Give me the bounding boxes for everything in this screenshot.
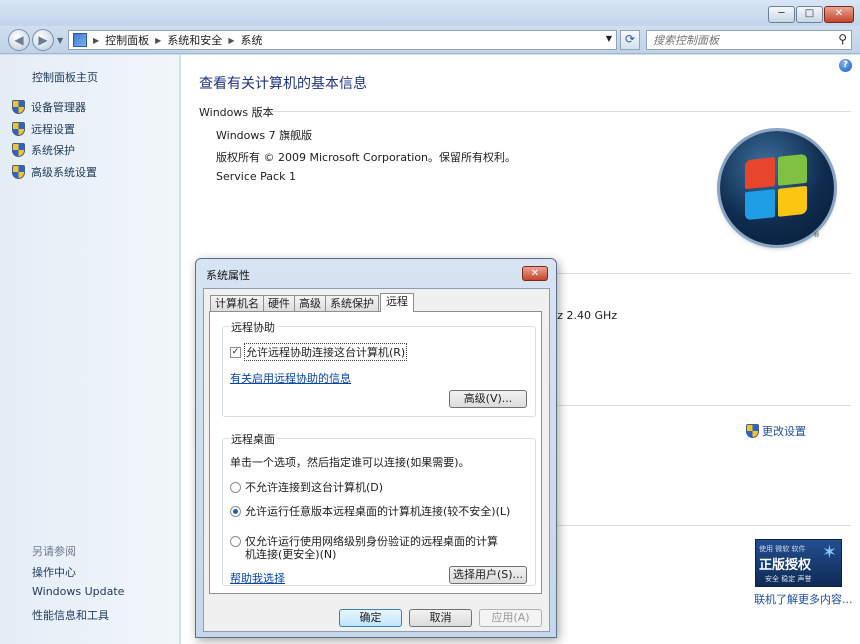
- radio-nla-line2: 机连接(更安全)(N): [245, 548, 337, 561]
- learn-more-link[interactable]: 联机了解更多内容...: [754, 591, 853, 607]
- refresh-button[interactable]: ⟳: [620, 30, 640, 50]
- processor-speed: Hz 2.40 GHz: [549, 309, 618, 322]
- radio-no-connections-label: 不允许连接到这台计算机(D): [245, 481, 384, 494]
- help-me-choose-link[interactable]: 帮助我选择: [230, 570, 285, 586]
- dialog-tabs: 计算机名 硬件 高级 系统保护 远程: [210, 293, 414, 312]
- section-divider: [271, 111, 851, 112]
- radio-any-version-label: 允许运行任意版本远程桌面的计算机连接(较不安全)(L): [245, 505, 511, 518]
- shield-icon: [12, 122, 25, 136]
- see-also-performance[interactable]: 性能信息和工具: [32, 607, 109, 623]
- radio-nla-line1: 仅允许运行使用网络级别身份验证的远程桌面的计算: [245, 535, 498, 548]
- maximize-button[interactable]: □: [796, 6, 823, 23]
- minimize-button[interactable]: ─: [768, 6, 795, 23]
- radio-selected-icon[interactable]: [230, 506, 241, 517]
- search-icon[interactable]: ⚲: [838, 32, 847, 46]
- tab-advanced[interactable]: 高级: [294, 295, 326, 312]
- remote-desktop-description: 单击一个选项，然后指定谁可以连接(如果需要)。: [230, 456, 470, 469]
- address-bar[interactable]: ▶ 控制面板 ▶ 系统和安全 ▶ 系统 ▼: [68, 30, 617, 50]
- sidebar-item-label: 系统保护: [31, 144, 75, 157]
- genuine-main-text: 正版授权: [759, 558, 812, 573]
- dialog-close-button[interactable]: ✕: [522, 266, 548, 281]
- checkbox-checked-icon[interactable]: ✓: [230, 346, 241, 358]
- change-settings-link[interactable]: 更改设置: [746, 423, 806, 439]
- sidebar-item-label: 远程设置: [31, 123, 75, 136]
- shield-icon: [746, 424, 759, 438]
- genuine-badge[interactable]: 使用 微软 软件 ✶ 正版授权 安全 稳定 声誉: [755, 539, 842, 587]
- radio-unselected-icon[interactable]: [230, 482, 241, 493]
- shield-icon: [12, 100, 25, 114]
- forward-button[interactable]: ▶: [32, 29, 54, 51]
- sidebar-item-remote-settings[interactable]: 远程设置: [12, 121, 75, 137]
- sidebar-item-system-protection[interactable]: 系统保护: [12, 142, 75, 158]
- dialog-title: 系统属性: [206, 269, 250, 282]
- breadcrumb-system[interactable]: 系统: [240, 32, 262, 48]
- windows-logo-icon: [720, 131, 834, 245]
- page-title: 查看有关计算机的基本信息: [199, 76, 367, 92]
- cancel-button[interactable]: 取消: [409, 609, 472, 627]
- radio-nla-only[interactable]: 仅允许运行使用网络级别身份验证的远程桌面的计算 机连接(更安全)(N): [230, 535, 498, 561]
- apply-button[interactable]: 应用(A): [479, 609, 542, 627]
- close-button[interactable]: ✕: [824, 6, 854, 23]
- navigation-bar: ◀ ▶ ▼ ▶ 控制面板 ▶ 系统和安全 ▶ 系统 ▼ ⟳ ⚲: [0, 26, 860, 54]
- advanced-button[interactable]: 高级(V)...: [449, 390, 527, 408]
- see-also-windows-update[interactable]: Windows Update: [32, 585, 124, 598]
- breadcrumb-separator-icon[interactable]: ▶: [228, 36, 234, 45]
- star-icon: ✶: [821, 542, 837, 563]
- edition-header: Windows 版本: [199, 106, 274, 119]
- change-settings-label: 更改设置: [762, 425, 806, 438]
- ok-button[interactable]: 确定: [339, 609, 402, 627]
- edition-name: Windows 7 旗舰版: [216, 129, 313, 142]
- radio-nla-only-label: 仅允许运行使用网络级别身份验证的远程桌面的计算 机连接(更安全)(N): [245, 535, 498, 561]
- section-divider: [557, 525, 851, 526]
- window-titlebar: ─ □ ✕: [0, 0, 860, 26]
- sidebar-home-link[interactable]: 控制面板主页: [32, 69, 98, 85]
- search-box[interactable]: ⚲: [646, 30, 852, 50]
- tab-system-protection[interactable]: 系统保护: [325, 295, 379, 312]
- allow-remote-assist-label: 允许远程协助连接这台计算机(R): [244, 343, 408, 361]
- radio-no-connections[interactable]: 不允许连接到这台计算机(D): [230, 481, 383, 494]
- genuine-sub-text: 安全 稳定 声誉: [765, 575, 812, 583]
- remote-desktop-group: 远程桌面 单击一个选项，然后指定谁可以连接(如果需要)。 不允许连接到这台计算机…: [222, 431, 536, 586]
- sidebar: 控制面板主页 设备管理器 远程设置 系统保护 高级系统设置 另请参阅 操作中心 …: [0, 55, 180, 644]
- tab-hardware[interactable]: 硬件: [263, 295, 295, 312]
- see-also-heading: 另请参阅: [32, 545, 76, 558]
- shield-icon: [12, 165, 25, 179]
- sidebar-item-device-manager[interactable]: 设备管理器: [12, 99, 86, 115]
- tab-computer-name[interactable]: 计算机名: [210, 295, 264, 312]
- select-users-button[interactable]: 选择用户(S)...: [449, 566, 527, 584]
- trademark-mark: ®: [813, 231, 820, 239]
- shield-icon: [12, 143, 25, 157]
- remote-desktop-label: 远程桌面: [229, 431, 277, 447]
- remote-assistance-group: 远程协助 ✓ 允许远程协助连接这台计算机(R) 有关启用远程协助的信息 高级(V…: [222, 319, 536, 417]
- section-divider: [557, 405, 851, 406]
- remote-tab-panel: 远程协助 ✓ 允许远程协助连接这台计算机(R) 有关启用远程协助的信息 高级(V…: [209, 311, 542, 594]
- breadcrumb-separator-icon[interactable]: ▶: [93, 36, 99, 45]
- search-input[interactable]: [647, 31, 827, 49]
- remote-assistance-label: 远程协助: [229, 319, 277, 335]
- sidebar-item-label: 设备管理器: [31, 101, 86, 114]
- system-properties-dialog: 系统属性 ✕ 计算机名 硬件 高级 系统保护 远程 远程协助 ✓ 允许远程协助连…: [195, 258, 557, 638]
- tab-remote[interactable]: 远程: [380, 293, 414, 312]
- control-panel-icon: [73, 33, 87, 47]
- allow-remote-assist-checkbox[interactable]: ✓ 允许远程协助连接这台计算机(R): [230, 343, 408, 361]
- radio-any-version[interactable]: 允许运行任意版本远程桌面的计算机连接(较不安全)(L): [230, 505, 510, 518]
- breadcrumb-control-panel[interactable]: 控制面板: [105, 32, 149, 48]
- sidebar-item-advanced-settings[interactable]: 高级系统设置: [12, 164, 97, 180]
- genuine-top-text: 使用 微软 软件: [759, 545, 806, 553]
- remote-assist-info-link[interactable]: 有关启用远程协助的信息: [230, 370, 351, 386]
- see-also-action-center[interactable]: 操作中心: [32, 564, 76, 580]
- address-dropdown-icon[interactable]: ▼: [606, 34, 612, 43]
- recent-pages-chevron-icon[interactable]: ▼: [57, 36, 63, 45]
- breadcrumb-system-security[interactable]: 系统和安全: [167, 32, 222, 48]
- copyright-text: 版权所有 © 2009 Microsoft Corporation。保留所有权利…: [216, 151, 517, 164]
- breadcrumb-separator-icon[interactable]: ▶: [155, 36, 161, 45]
- back-button[interactable]: ◀: [8, 29, 30, 51]
- radio-unselected-icon[interactable]: [230, 536, 241, 547]
- help-icon[interactable]: ?: [839, 59, 852, 72]
- service-pack: Service Pack 1: [216, 170, 296, 183]
- dialog-body: 计算机名 硬件 高级 系统保护 远程 远程协助 ✓ 允许远程协助连接这台计算机(…: [203, 288, 550, 632]
- section-divider: [557, 273, 851, 274]
- sidebar-item-label: 高级系统设置: [31, 166, 97, 179]
